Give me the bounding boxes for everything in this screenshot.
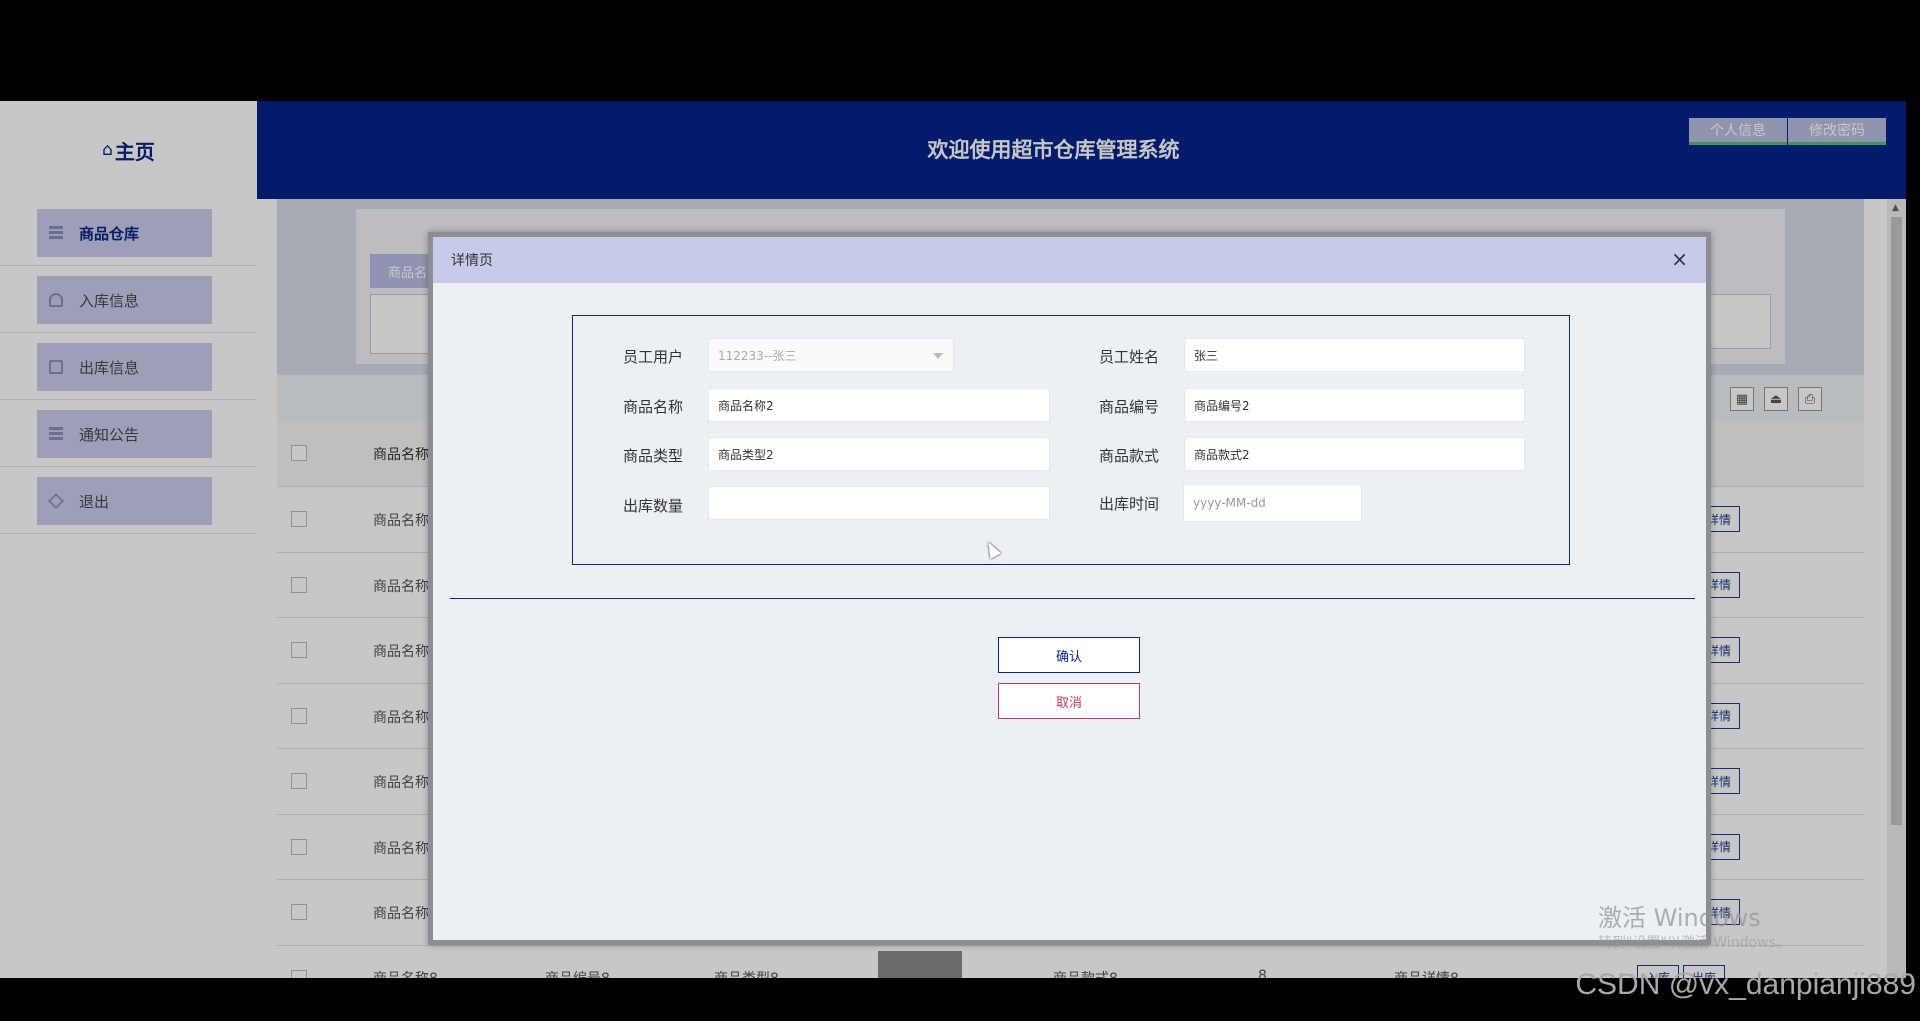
product-name-label: 商品名称 (622, 398, 683, 416)
form-row-outbound: 出库数量 出库时间 yyyy-MM-dd (573, 484, 1569, 522)
scroll-thumb[interactable] (1891, 217, 1902, 825)
row-checkbox[interactable] (291, 904, 307, 920)
product-code-label: 商品编号 (1098, 398, 1159, 416)
product-name-field[interactable]: 商品名称2 (708, 388, 1050, 422)
row-checkbox[interactable] (291, 969, 307, 978)
employee-name-label: 员工姓名 (1098, 348, 1159, 366)
row-detail: 商品详情8 (1394, 968, 1459, 979)
home-logo[interactable]: ⌂ 主页 (0, 101, 257, 199)
confirm-button[interactable]: 确认 (998, 637, 1140, 673)
row-code: 商品编号8 (545, 968, 610, 979)
row-name: 商品名称8 (373, 968, 438, 979)
product-style-value: 商品款式2 (1194, 447, 1250, 462)
windows-activation-subtext: 转到"设置"以激活 Windows。 (1598, 935, 1790, 951)
employee-user-select[interactable]: 112233--张三 (708, 338, 954, 372)
sidebar-item-label: 退出 (79, 492, 110, 511)
sidebar-item-products: 商品仓库 (0, 199, 257, 266)
list-icon (49, 427, 63, 441)
print-icon[interactable]: ⎙ (1798, 387, 1822, 411)
product-name-value: 商品名称2 (718, 398, 774, 413)
detail-modal: 详情页 × 员工用户 112233--张三 员工姓名 张三 商品名称 商品名称2… (428, 232, 1711, 945)
home-icon: ⌂ (102, 140, 113, 160)
detail-form: 员工用户 112233--张三 员工姓名 张三 商品名称 商品名称2 商品编号 … (572, 315, 1570, 565)
list-icon (49, 226, 63, 240)
sidebar-item-inbound: 入库信息 (0, 266, 257, 333)
out-time-label: 出库时间 (1098, 495, 1159, 513)
form-divider (450, 598, 1695, 599)
row-name: 商品名称 (373, 840, 429, 857)
layers-icon (48, 493, 64, 509)
product-type-label: 商品类型 (622, 447, 683, 465)
employee-user-value: 112233--张三 (718, 348, 797, 363)
csdn-watermark: CSDN @vx_danpianji889 (1575, 968, 1916, 1001)
form-row-product: 商品名称 商品名称2 商品编号 商品编号2 (573, 388, 1569, 424)
sidebar-item-outbound: 出库信息 (0, 333, 257, 400)
grid-icon[interactable]: ▦ (1730, 387, 1754, 411)
bell-icon (49, 293, 63, 307)
sidebar-item-label: 通知公告 (79, 425, 140, 444)
product-style-field[interactable]: 商品款式2 (1184, 437, 1525, 471)
row-name: 商品名称 (373, 513, 429, 529)
form-row-employee: 员工用户 112233--张三 员工姓名 张三 (573, 338, 1569, 374)
select-all-checkbox[interactable] (291, 445, 307, 461)
home-label: 主页 (114, 139, 155, 164)
row-name: 商品名称 (373, 644, 429, 660)
table-tools: ▦ ⏏ ⎙ (1730, 387, 1822, 411)
out-time-field[interactable]: yyyy-MM-dd (1183, 484, 1362, 522)
row-checkbox[interactable] (291, 707, 307, 724)
product-code-value: 商品编号2 (1194, 398, 1250, 413)
out-time-placeholder: yyyy-MM-dd (1193, 496, 1266, 510)
row-type: 商品类型8 (714, 968, 779, 979)
row-checkbox[interactable] (291, 773, 307, 789)
row-checkbox[interactable] (291, 642, 307, 658)
row-name: 商品名称 (373, 906, 429, 922)
product-type-value: 商品类型2 (718, 447, 774, 462)
sidebar-button-logout[interactable]: 退出 (37, 477, 212, 525)
sidebar-button-outbound[interactable]: 出库信息 (37, 343, 212, 391)
sidebar-button-notices[interactable]: 通知公告 (37, 410, 212, 458)
row-name: 商品名称 (373, 775, 429, 791)
out-qty-label: 出库数量 (622, 497, 683, 515)
out-qty-field[interactable] (708, 486, 1050, 520)
sidebar-item-label: 入库信息 (79, 291, 140, 310)
modal-header: 详情页 × (433, 237, 1706, 283)
system-title: 欢迎使用超市仓库管理系统 (927, 138, 1180, 162)
row-checkbox[interactable] (291, 511, 307, 527)
product-code-field[interactable]: 商品编号2 (1184, 388, 1525, 422)
header-actions: 个人信息 修改密码 (1688, 118, 1886, 145)
sidebar-button-inbound[interactable]: 入库信息 (37, 276, 212, 324)
export-icon[interactable]: ⏏ (1764, 387, 1788, 411)
change-password-button[interactable]: 修改密码 (1788, 118, 1886, 145)
row-name: 商品名称 (373, 709, 429, 726)
windows-activation-watermark: 激活 Windows (1598, 904, 1761, 932)
employee-name-field[interactable]: 张三 (1184, 338, 1525, 372)
row-checkbox[interactable] (291, 576, 307, 593)
product-thumbnail (878, 950, 962, 978)
sidebar-item-notices: 通知公告 (0, 400, 257, 467)
row-name: 商品名称 (373, 578, 429, 595)
column-header-name: 商品名称 (373, 447, 429, 463)
top-header: 欢迎使用超市仓库管理系统 个人信息 修改密码 (257, 101, 1906, 199)
employee-name-value: 张三 (1194, 348, 1219, 363)
product-style-label: 商品款式 (1098, 447, 1159, 465)
modal-title: 详情页 (451, 253, 493, 269)
product-type-field[interactable]: 商品类型2 (708, 437, 1050, 471)
sidebar-item-logout: 退出 (0, 467, 257, 534)
form-row-type: 商品类型 商品类型2 商品款式 商品款式2 (573, 437, 1569, 473)
sidebar-item-label: 商品仓库 (79, 224, 140, 243)
sidebar-item-label: 出库信息 (79, 358, 140, 377)
vertical-scrollbar[interactable]: ▲ (1887, 199, 1906, 978)
close-icon[interactable]: × (1671, 248, 1688, 270)
row-qty: 8 (1258, 967, 1267, 979)
clipboard-icon (49, 360, 63, 374)
row-checkbox[interactable] (291, 838, 307, 855)
employee-user-label: 员工用户 (622, 348, 683, 366)
row-style: 商品款式8 (1053, 968, 1118, 979)
sidebar: ⌂ 主页 商品仓库 入库信息 出库信息 通知公告 退出 (0, 101, 257, 978)
scroll-up-icon[interactable]: ▲ (1892, 203, 1899, 213)
sidebar-button-products[interactable]: 商品仓库 (37, 209, 212, 257)
cancel-button[interactable]: 取消 (998, 683, 1140, 719)
profile-button[interactable]: 个人信息 (1689, 118, 1787, 145)
chevron-down-icon (933, 353, 943, 359)
